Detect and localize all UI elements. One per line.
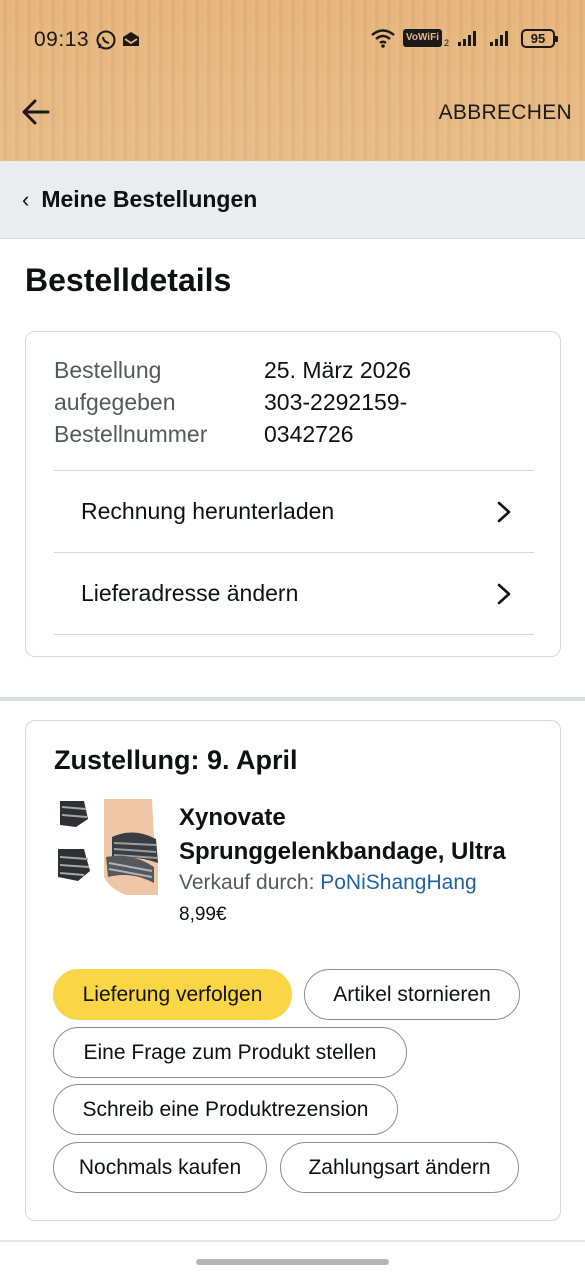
product-title-line-2: Sprunggelenkbandage, Ultra: [179, 838, 506, 865]
product-title-line-1: Xynovate: [179, 804, 286, 831]
track-package-button[interactable]: Lieferung verfolgen: [53, 969, 292, 1020]
status-icons-right: VoWiFi 2 95: [371, 28, 558, 48]
vowifi-badge: VoWiFi: [402, 29, 442, 47]
vowifi-sub: 2: [443, 38, 449, 48]
download-invoice-row[interactable]: Rechnung herunterladen: [54, 470, 534, 552]
breadcrumb[interactable]: ‹ Meine Bestellungen: [0, 161, 585, 239]
delivery-card: Zustellung: 9. April Xynovate Sprunggele…: [25, 720, 561, 1221]
change-payment-button[interactable]: Zahlungsart ändern: [280, 1142, 519, 1193]
notification-icon: [123, 32, 139, 46]
download-invoice-label: Rechnung herunterladen: [81, 498, 335, 524]
order-number-value-2: 0342726: [264, 421, 354, 447]
order-number-label: Bestellnummer: [54, 421, 208, 447]
delivery-title: Zustellung: 9. April: [54, 745, 298, 775]
signal-icon-2: [490, 31, 508, 46]
page-title: Bestelldetails: [25, 262, 232, 298]
ask-question-button[interactable]: Eine Frage zum Produkt stellen: [53, 1027, 407, 1078]
status-time: 09:13: [34, 28, 90, 51]
whatsapp-icon: [96, 30, 116, 50]
order-date-value: 25. März 2026: [264, 357, 412, 383]
order-date-label-1: Bestellung: [54, 357, 162, 383]
wifi-icon: [371, 29, 395, 48]
chevron-right-icon: [497, 501, 511, 522]
chevron-right-icon: [497, 583, 511, 604]
order-number-value-1: 303-2292159-: [264, 389, 408, 415]
product-image[interactable]: [54, 797, 158, 899]
divider: [54, 634, 534, 635]
status-bar: 09:13 VoWiFi 2 95: [0, 22, 585, 58]
chevron-left-icon: ‹: [22, 186, 30, 212]
bottom-divider: [0, 1240, 585, 1242]
product-title[interactable]: Xynovate Sprunggelenkbandage, Ultra: [179, 801, 539, 869]
buy-again-button[interactable]: Nochmals kaufen: [53, 1142, 267, 1193]
change-address-row[interactable]: Lieferadresse ändern: [54, 552, 534, 634]
back-arrow-icon[interactable]: [20, 96, 52, 128]
signal-icon-1: [458, 31, 476, 46]
breadcrumb-label: Meine Bestellungen: [41, 186, 258, 212]
order-date-label-2: aufgegeben: [54, 389, 176, 415]
write-review-button[interactable]: Schreib eine Produktrezension: [53, 1084, 398, 1135]
seller-link[interactable]: PoNiShangHang: [320, 871, 476, 894]
cancel-item-button[interactable]: Artikel stornieren: [304, 969, 520, 1020]
cancel-button[interactable]: ABBRECHEN: [439, 101, 572, 125]
product-price: 8,99€: [179, 904, 227, 925]
app-header: 09:13 VoWiFi 2 95 ABBRECHEN: [0, 0, 585, 161]
seller-prefix: Verkauf durch:: [179, 871, 321, 894]
section-divider: [0, 697, 585, 701]
seller-line: Verkauf durch: PoNiShangHang: [179, 871, 477, 895]
order-info-card: Bestellung aufgegeben 25. März 2026 303-…: [25, 331, 561, 657]
change-address-label: Lieferadresse ändern: [81, 580, 299, 606]
battery-indicator: 95: [521, 28, 558, 48]
home-indicator[interactable]: [196, 1259, 389, 1265]
